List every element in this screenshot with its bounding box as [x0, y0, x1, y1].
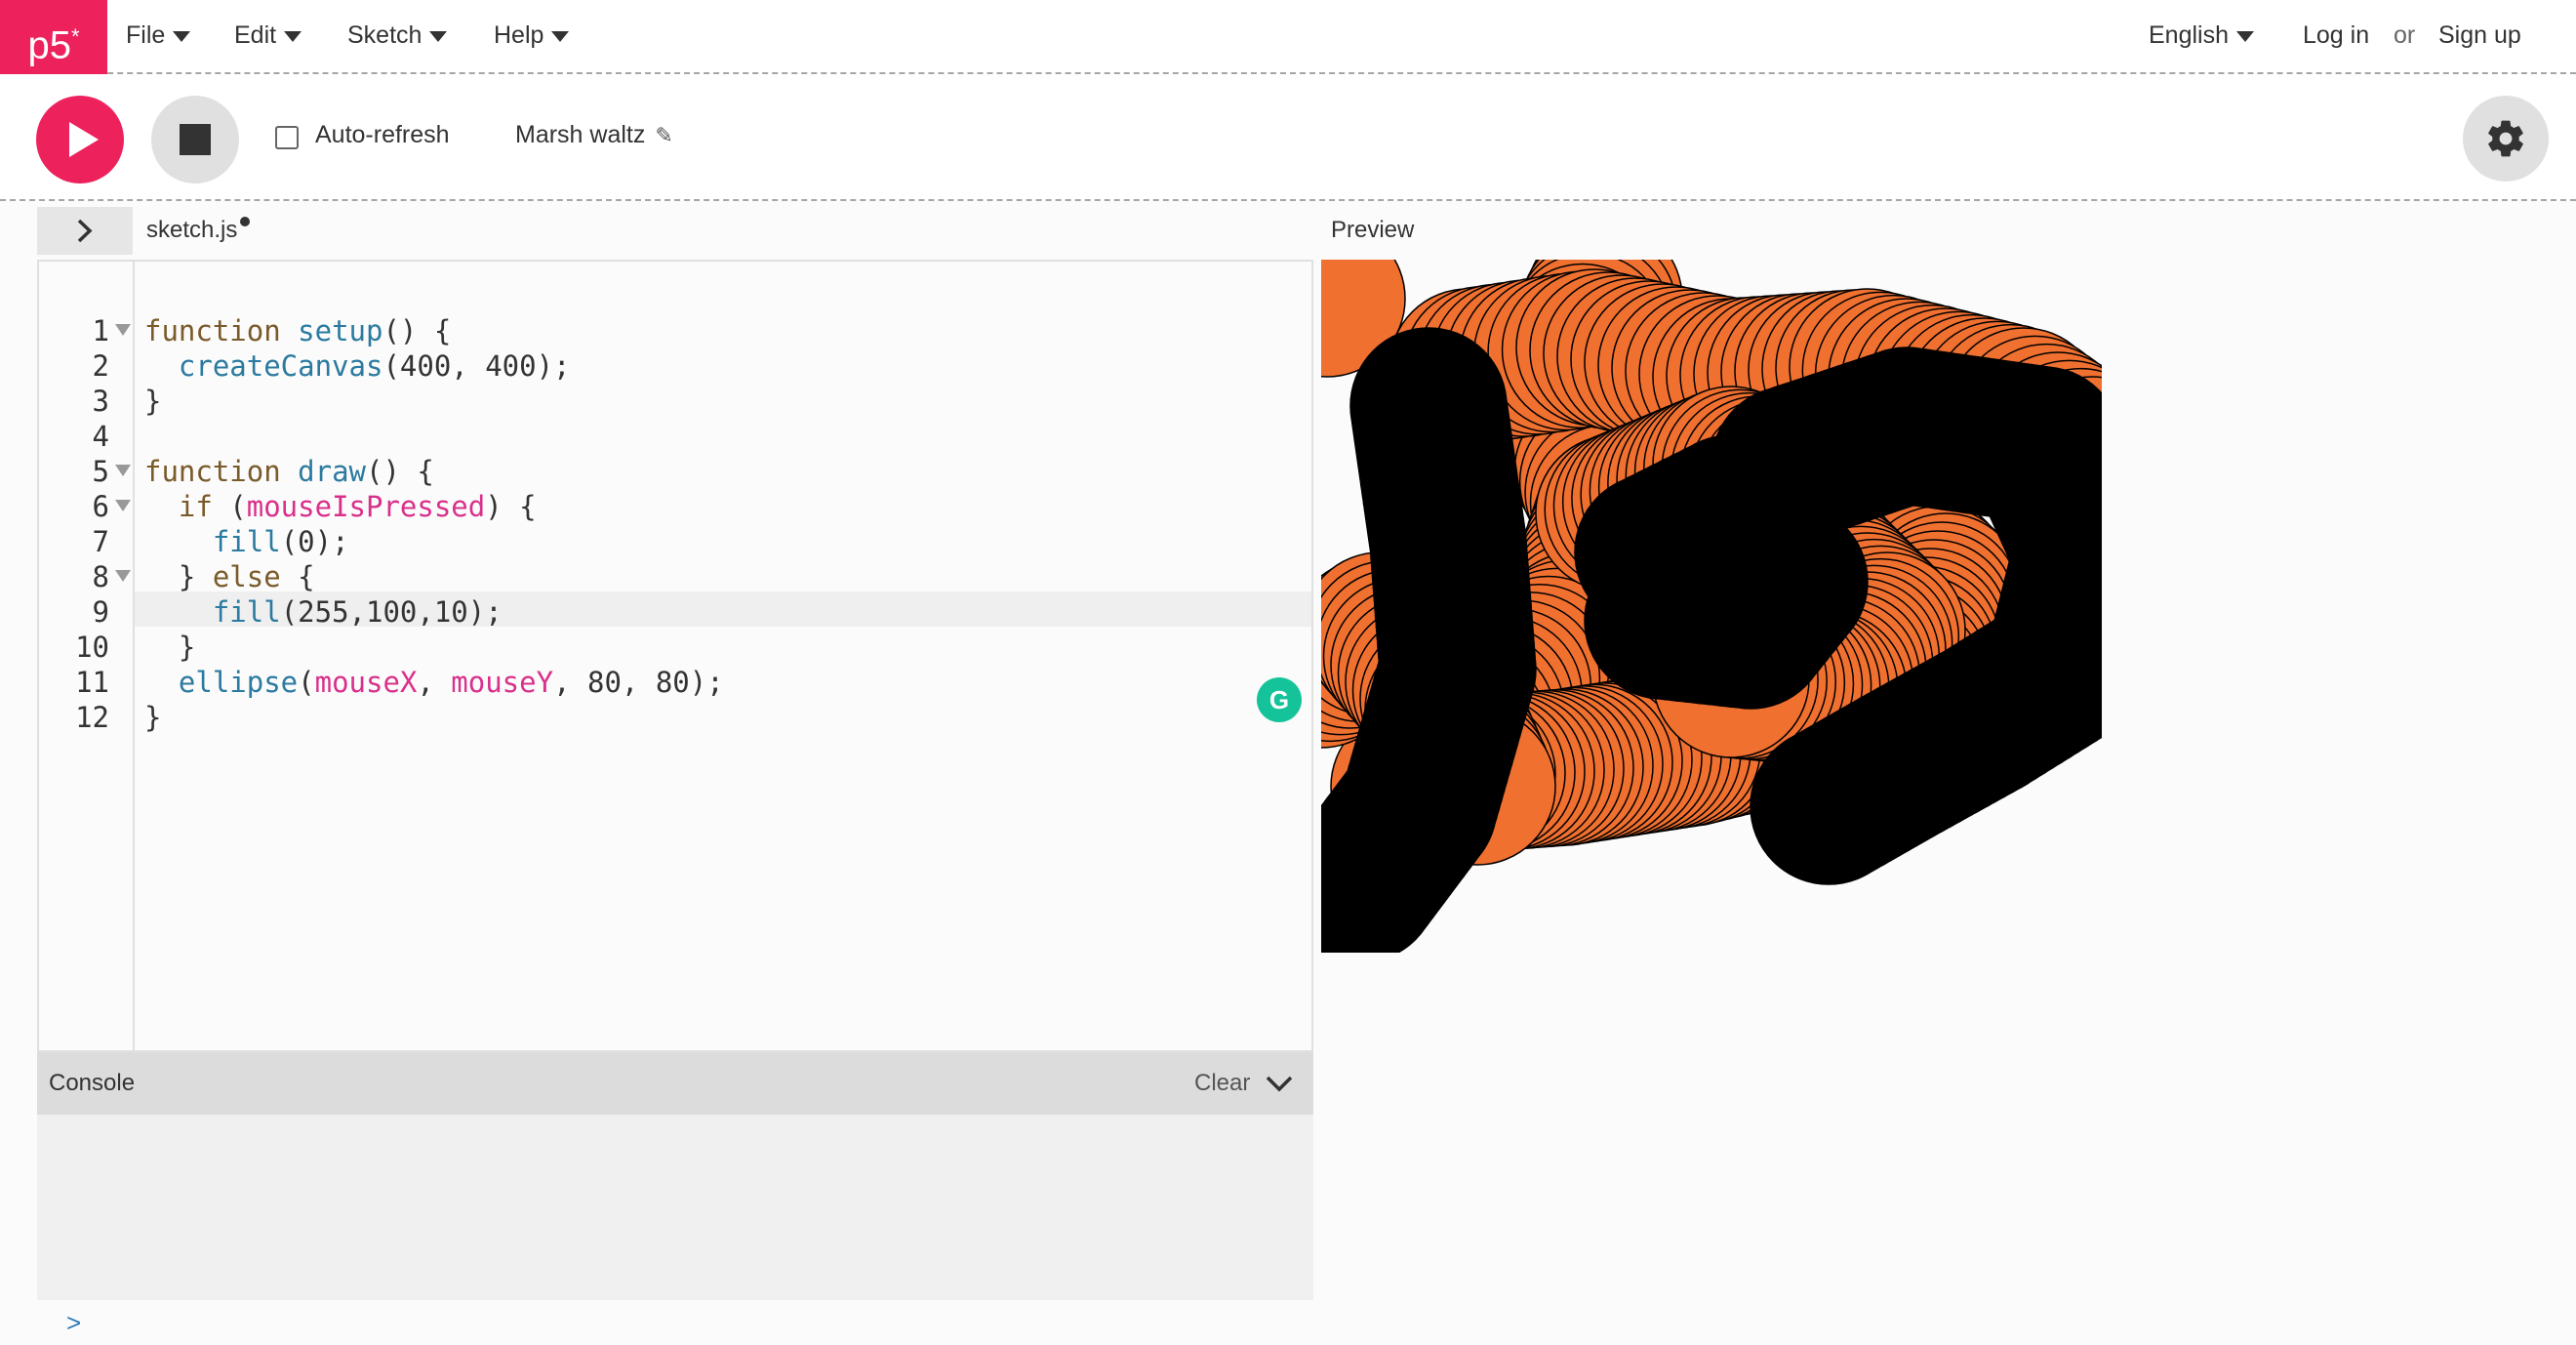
stop-button[interactable]: [151, 96, 239, 183]
caret-down-icon: [284, 30, 302, 42]
language-label: English: [2149, 21, 2229, 49]
gear-icon: [2488, 120, 2523, 157]
line-number: 12: [75, 701, 109, 734]
code-line: fill(0);: [212, 525, 349, 558]
pencil-icon[interactable]: ✎: [655, 123, 672, 148]
console-output: [37, 1115, 1313, 1300]
play-button[interactable]: [36, 96, 124, 183]
file-tab[interactable]: sketch.js: [146, 217, 251, 244]
code-editor[interactable]: 1 2 3 4 5 6 7 8 9 10 11 12 function setu…: [37, 260, 1313, 1052]
console-header: Console Clear: [37, 1052, 1313, 1115]
code-line: function setup() {: [144, 314, 452, 347]
caret-down-icon: [2236, 30, 2254, 42]
code-line: fill(255,100,10);: [212, 595, 503, 629]
sketch-name-text: Marsh waltz: [515, 121, 646, 148]
menu-edit-label: Edit: [234, 21, 277, 49]
auto-refresh-label[interactable]: Auto-refresh: [315, 121, 450, 149]
menu-sketch[interactable]: Sketch: [347, 0, 448, 70]
line-number: 2: [92, 349, 109, 383]
preview-label: Preview: [1331, 217, 1415, 243]
file-tab-label: sketch.js: [146, 217, 238, 243]
or-text: or: [2394, 21, 2416, 49]
caret-down-icon: [551, 30, 570, 42]
console-title: Console: [49, 1070, 136, 1096]
menu-sketch-label: Sketch: [347, 21, 423, 49]
line-number: 11: [75, 666, 109, 699]
line-number: 10: [75, 631, 109, 664]
caret-down-icon: [173, 30, 191, 42]
fold-triangle-icon[interactable]: [115, 465, 131, 476]
line-number: 3: [92, 385, 109, 418]
line-number: 9: [92, 595, 109, 629]
menu-help-label: Help: [494, 21, 544, 49]
line-number: 7: [92, 525, 109, 558]
console-input[interactable]: >: [37, 1300, 1313, 1345]
unsaved-dot: [240, 217, 251, 226]
line-number: 6: [92, 490, 109, 523]
sketch-drawing: [1321, 260, 2102, 953]
line-number: 8: [92, 560, 109, 593]
top-nav: p5* File Edit Sketch Help English Log in…: [0, 0, 2576, 74]
logo-text: p5: [27, 23, 71, 67]
fold-triangle-icon[interactable]: [115, 500, 131, 511]
code-line: createCanvas(400, 400);: [178, 349, 571, 383]
code-line: }: [144, 385, 162, 418]
menu-file[interactable]: File: [126, 0, 191, 70]
code-line: if (mouseIsPressed) {: [178, 490, 537, 523]
line-number: 5: [92, 455, 109, 488]
stop-icon: [180, 124, 211, 155]
chevron-down-icon[interactable]: [1265, 1072, 1294, 1095]
console-prompt-icon: >: [66, 1308, 82, 1337]
p5-logo[interactable]: p5*: [0, 0, 107, 74]
menu-file-label: File: [126, 21, 166, 49]
preview-canvas[interactable]: [1321, 260, 2102, 953]
line-number: 1: [92, 314, 109, 347]
menu-edit[interactable]: Edit: [234, 0, 302, 70]
fold-triangle-icon[interactable]: [115, 324, 131, 336]
logo-asterisk: *: [70, 24, 80, 49]
menu-help[interactable]: Help: [494, 0, 570, 70]
line-number: 4: [92, 420, 109, 453]
code-line: }: [144, 631, 196, 664]
fold-triangle-icon[interactable]: [115, 570, 131, 582]
login-link[interactable]: Log in: [2303, 0, 2369, 70]
code-line: ellipse(mouseX, mouseY, 80, 80);: [178, 666, 724, 699]
code-line: function draw() {: [144, 455, 434, 488]
caret-down-icon: [429, 30, 448, 42]
language-selector[interactable]: English: [2149, 0, 2254, 70]
chevron-right-icon: [77, 219, 93, 243]
code-line: } else {: [144, 560, 315, 593]
auto-refresh-checkbox[interactable]: [275, 126, 299, 149]
sketch-name[interactable]: Marsh waltz ✎: [515, 121, 673, 149]
sidebar-toggle-button[interactable]: [37, 207, 133, 255]
settings-button[interactable]: [2463, 96, 2549, 182]
grammarly-icon[interactable]: G: [1257, 677, 1302, 722]
line-gutter: 1 2 3 4 5 6 7 8 9 10 11 12: [39, 262, 135, 1050]
code-line: }: [144, 701, 162, 734]
signup-link[interactable]: Sign up: [2438, 0, 2521, 70]
toolbar: Auto-refresh Marsh waltz ✎: [0, 74, 2576, 201]
console-clear-button[interactable]: Clear: [1194, 1070, 1250, 1097]
play-icon: [69, 122, 99, 157]
